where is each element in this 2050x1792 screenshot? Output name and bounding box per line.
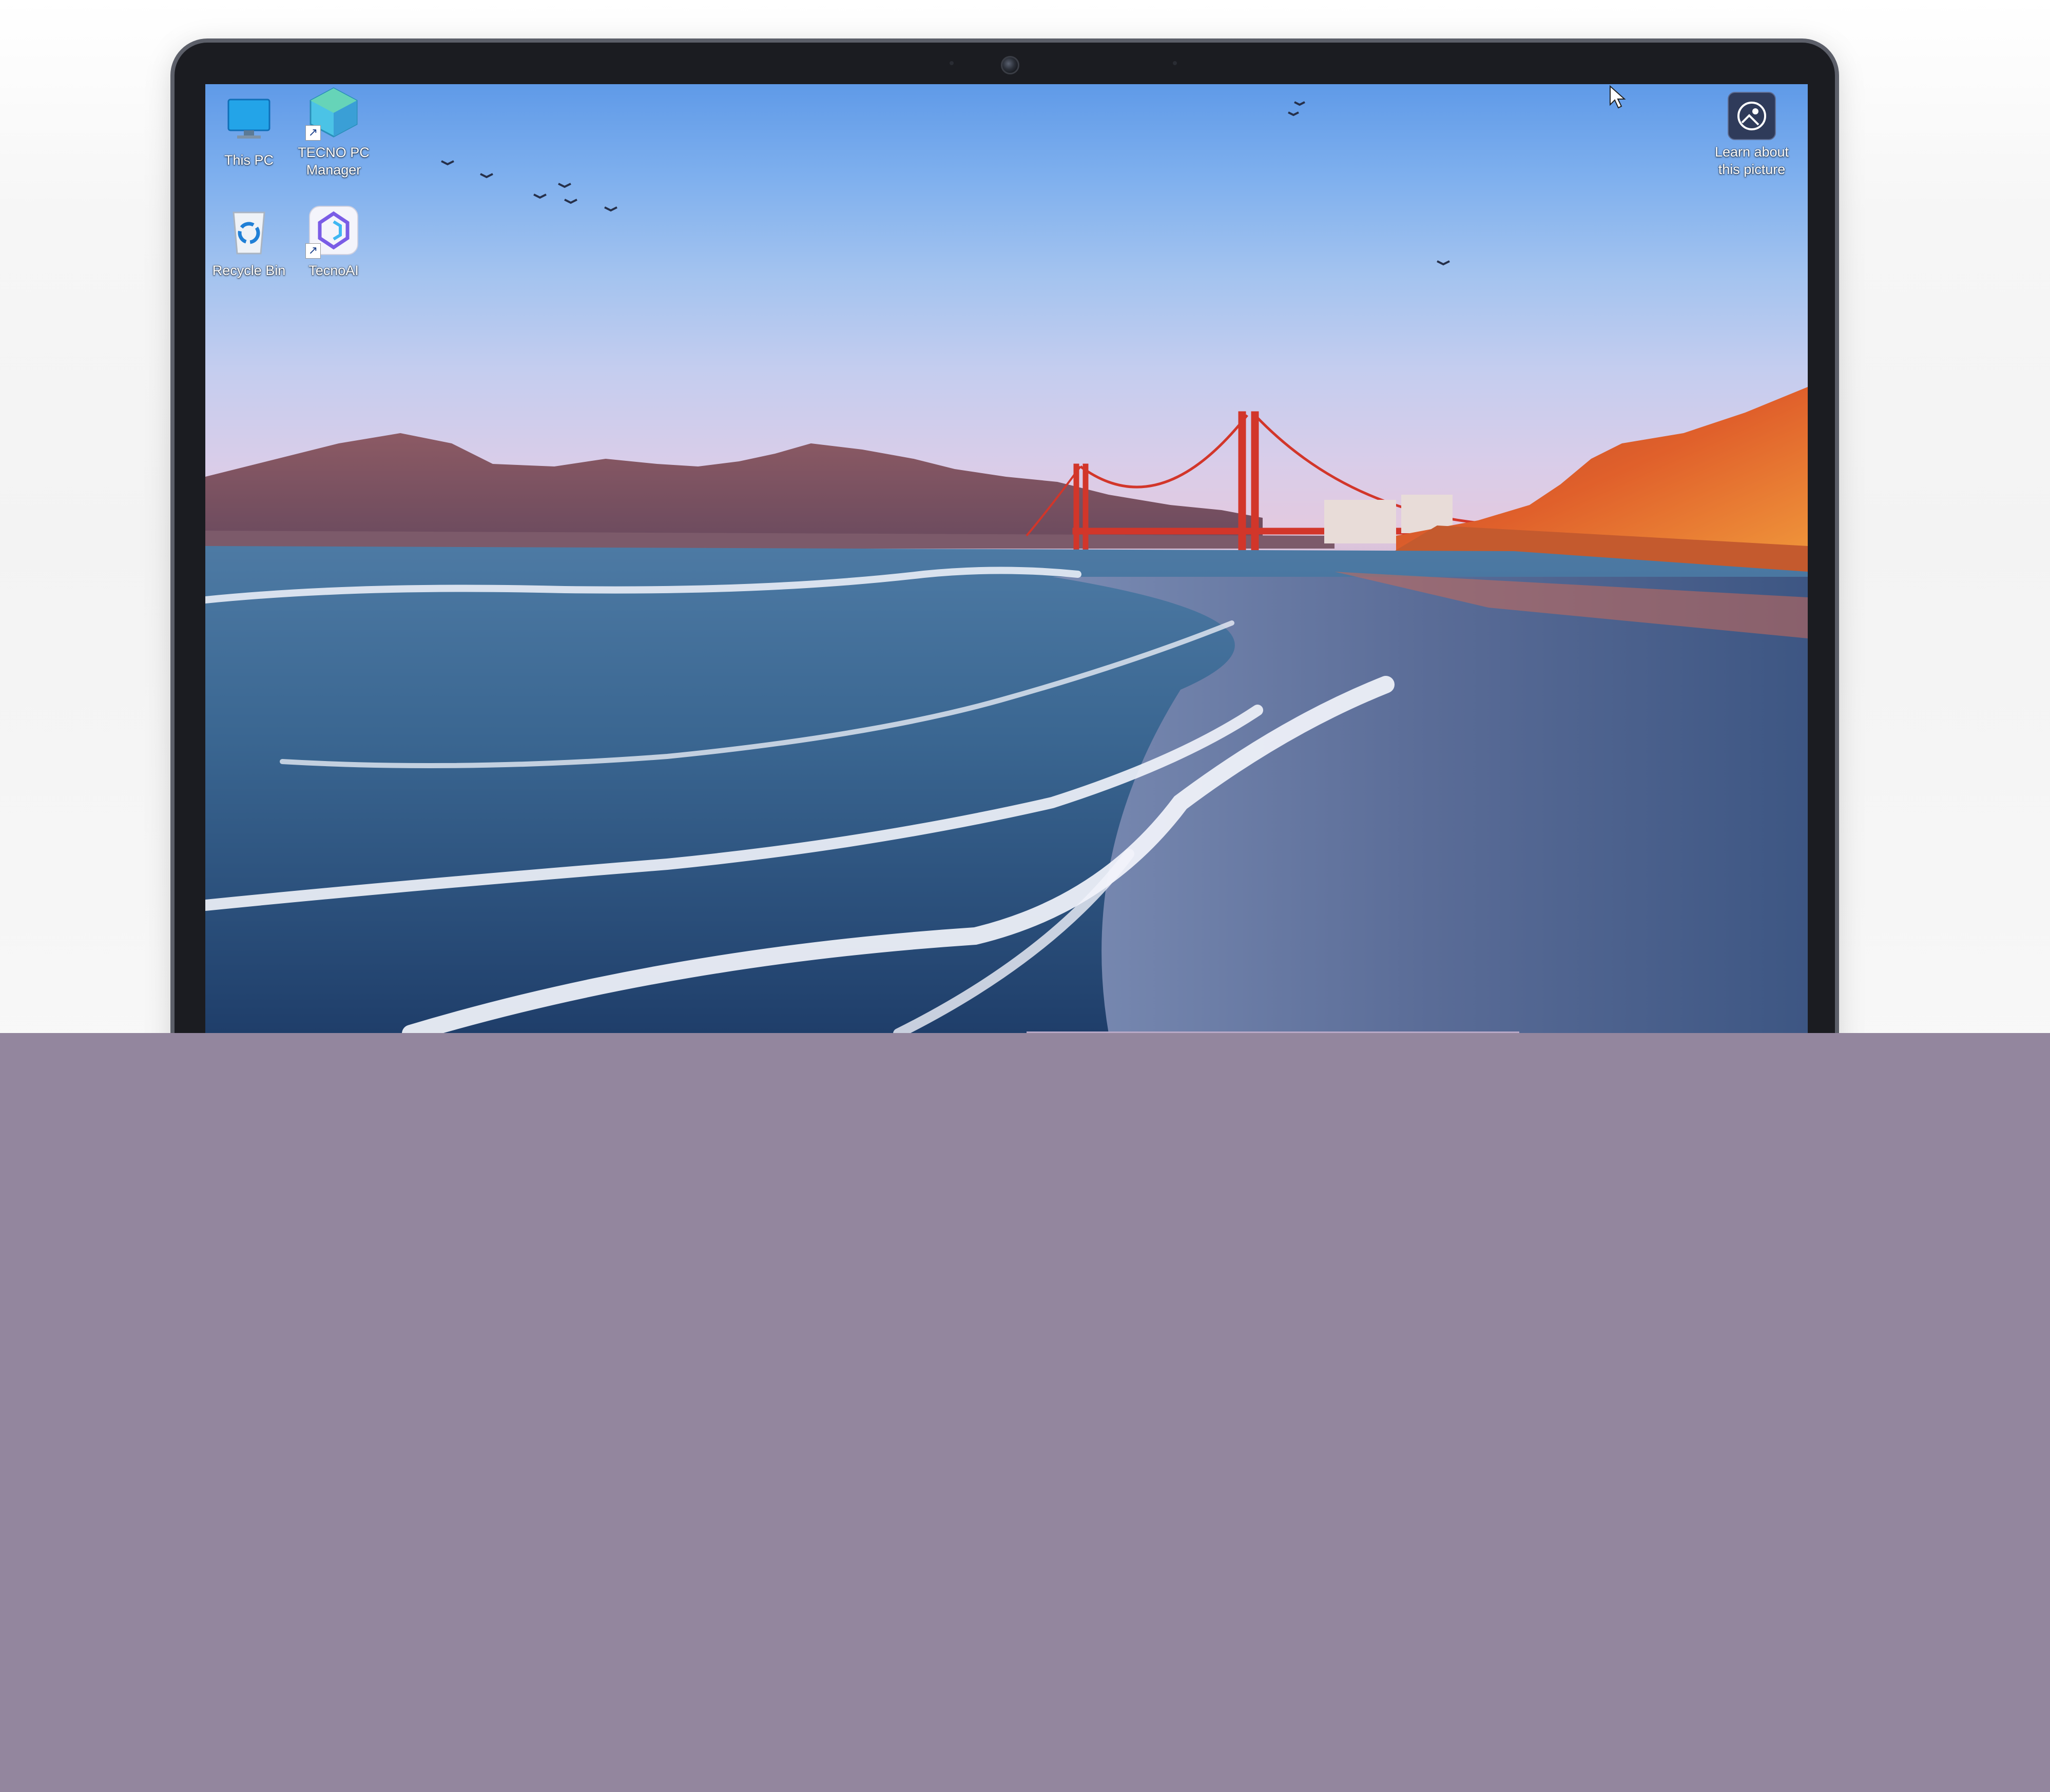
this-pc-icon-item[interactable]: This PC [205, 92, 293, 169]
learn-about-picture-label: Learn about this picture [1714, 144, 1789, 177]
recycle-bin-label: Recycle Bin [212, 263, 286, 278]
desktop-screen: This PC ↗ TECNO PC Manager Recycle Bin ↗… [205, 84, 1808, 1034]
ambient-sensor [950, 61, 954, 65]
tecnoai-icon: ↗ [305, 202, 362, 259]
tecnoai-label: TecnoAI [308, 263, 359, 278]
tecno-pc-manager-label: TECNO PC Manager [298, 145, 370, 178]
recycle-bin-item[interactable]: Recycle Bin [205, 202, 293, 279]
shortcut-arrow-icon: ↗ [305, 243, 321, 259]
desktop-wallpaper [205, 101, 1808, 1034]
monitor-icon [221, 92, 277, 148]
tecno-pc-manager-icon: ↗ [305, 84, 362, 141]
webcam [1001, 56, 1019, 74]
recycle-bin-icon [221, 202, 277, 259]
ambient-sensor [1173, 61, 1177, 65]
this-pc-label: This PC [224, 152, 274, 168]
shortcut-arrow-icon: ↗ [305, 125, 321, 141]
spotlight-camera-icon [1728, 92, 1776, 140]
mouse-pointer-icon [1610, 85, 1626, 109]
lower-panel [0, 1033, 2050, 1792]
learn-about-picture-item[interactable]: Learn about this picture [1703, 92, 1801, 178]
tecnoai-item[interactable]: ↗ TecnoAI [290, 202, 377, 279]
tecno-pc-manager-item[interactable]: ↗ TECNO PC Manager [290, 84, 377, 179]
